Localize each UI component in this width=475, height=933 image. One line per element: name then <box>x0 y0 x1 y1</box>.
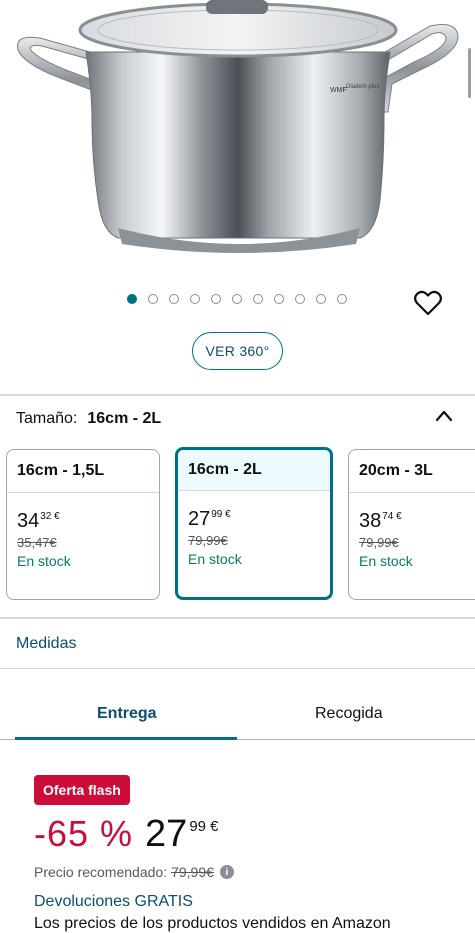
divider <box>0 617 475 619</box>
size-label: Tamaño: <box>16 410 78 427</box>
carousel-dot[interactable] <box>295 294 305 304</box>
stainless-pot-image: WMF Diadem plus <box>16 0 459 253</box>
discount-percentage: -65 % <box>34 813 134 854</box>
flash-deal-badge: Oferta flash <box>34 775 130 805</box>
size-option-16cm-2l[interactable]: 16cm - 2L 2799 € 79,99€ En stock <box>175 447 333 600</box>
medidas-link[interactable]: Medidas <box>16 635 76 653</box>
deal-price: -65 % 27 99 € <box>34 812 219 856</box>
option-price: 3432 € <box>17 510 60 532</box>
view-360-button[interactable]: VER 360° <box>192 332 283 370</box>
carousel-dot[interactable] <box>274 294 284 304</box>
size-option-title: 16cm - 2L <box>178 450 330 491</box>
carousel-dot[interactable] <box>148 294 158 304</box>
active-tab-indicator <box>15 737 237 740</box>
option-old-price: 79,99€ <box>359 535 399 550</box>
carousel-dot[interactable] <box>190 294 200 304</box>
product-line-text: Diadem plus <box>346 84 379 90</box>
option-price: 3874 € <box>359 510 402 532</box>
option-old-price: 79,99€ <box>188 533 228 548</box>
heart-icon[interactable] <box>414 290 442 316</box>
option-old-price: 35,47€ <box>17 535 57 550</box>
size-selected-value: 16cm - 2L <box>87 410 162 427</box>
price-whole: 27 <box>145 813 188 855</box>
carousel-dot[interactable] <box>253 294 263 304</box>
divider <box>0 394 475 396</box>
info-icon[interactable]: i <box>219 865 234 879</box>
recommended-price-value: 79,99€ <box>171 864 214 880</box>
carousel-dot[interactable] <box>211 294 221 304</box>
chevron-up-icon[interactable] <box>434 407 454 425</box>
carousel-dot[interactable] <box>232 294 242 304</box>
product-image[interactable]: WMF Diadem plus <box>0 0 475 280</box>
price-fraction: 99 € <box>189 818 219 835</box>
carousel-dot[interactable] <box>127 294 137 304</box>
image-carousel-dots[interactable] <box>127 294 347 304</box>
scrollbar[interactable] <box>468 48 471 98</box>
option-stock-status: En stock <box>188 551 242 567</box>
size-option-title: 16cm - 1,5L <box>7 450 159 493</box>
tab-entrega[interactable]: Entrega <box>97 705 157 723</box>
carousel-dot[interactable] <box>316 294 326 304</box>
size-option-20cm-3l[interactable]: 20cm - 3L 3874 € 79,99€ En stock <box>348 449 475 600</box>
option-stock-status: En stock <box>17 553 71 569</box>
pricing-description: Los precios de los productos vendidos en… <box>34 915 391 932</box>
carousel-dot[interactable] <box>337 294 347 304</box>
free-returns-link[interactable]: Devoluciones GRATIS <box>34 893 193 911</box>
recommended-price: Precio recomendado: 79,99€ i <box>34 864 234 880</box>
brand-logo: WMF <box>330 87 347 94</box>
recommended-price-label: Precio recomendado: <box>34 864 168 880</box>
option-stock-status: En stock <box>359 553 413 569</box>
tab-recogida[interactable]: Recogida <box>315 705 383 723</box>
carousel-dot[interactable] <box>169 294 179 304</box>
divider <box>0 668 475 669</box>
size-selector-header[interactable]: Tamaño: 16cm - 2L <box>16 410 161 428</box>
size-option-16cm-1-5l[interactable]: 16cm - 1,5L 3432 € 35,47€ En stock <box>6 449 160 600</box>
option-price: 2799 € <box>188 508 231 530</box>
size-option-title: 20cm - 3L <box>349 450 475 493</box>
